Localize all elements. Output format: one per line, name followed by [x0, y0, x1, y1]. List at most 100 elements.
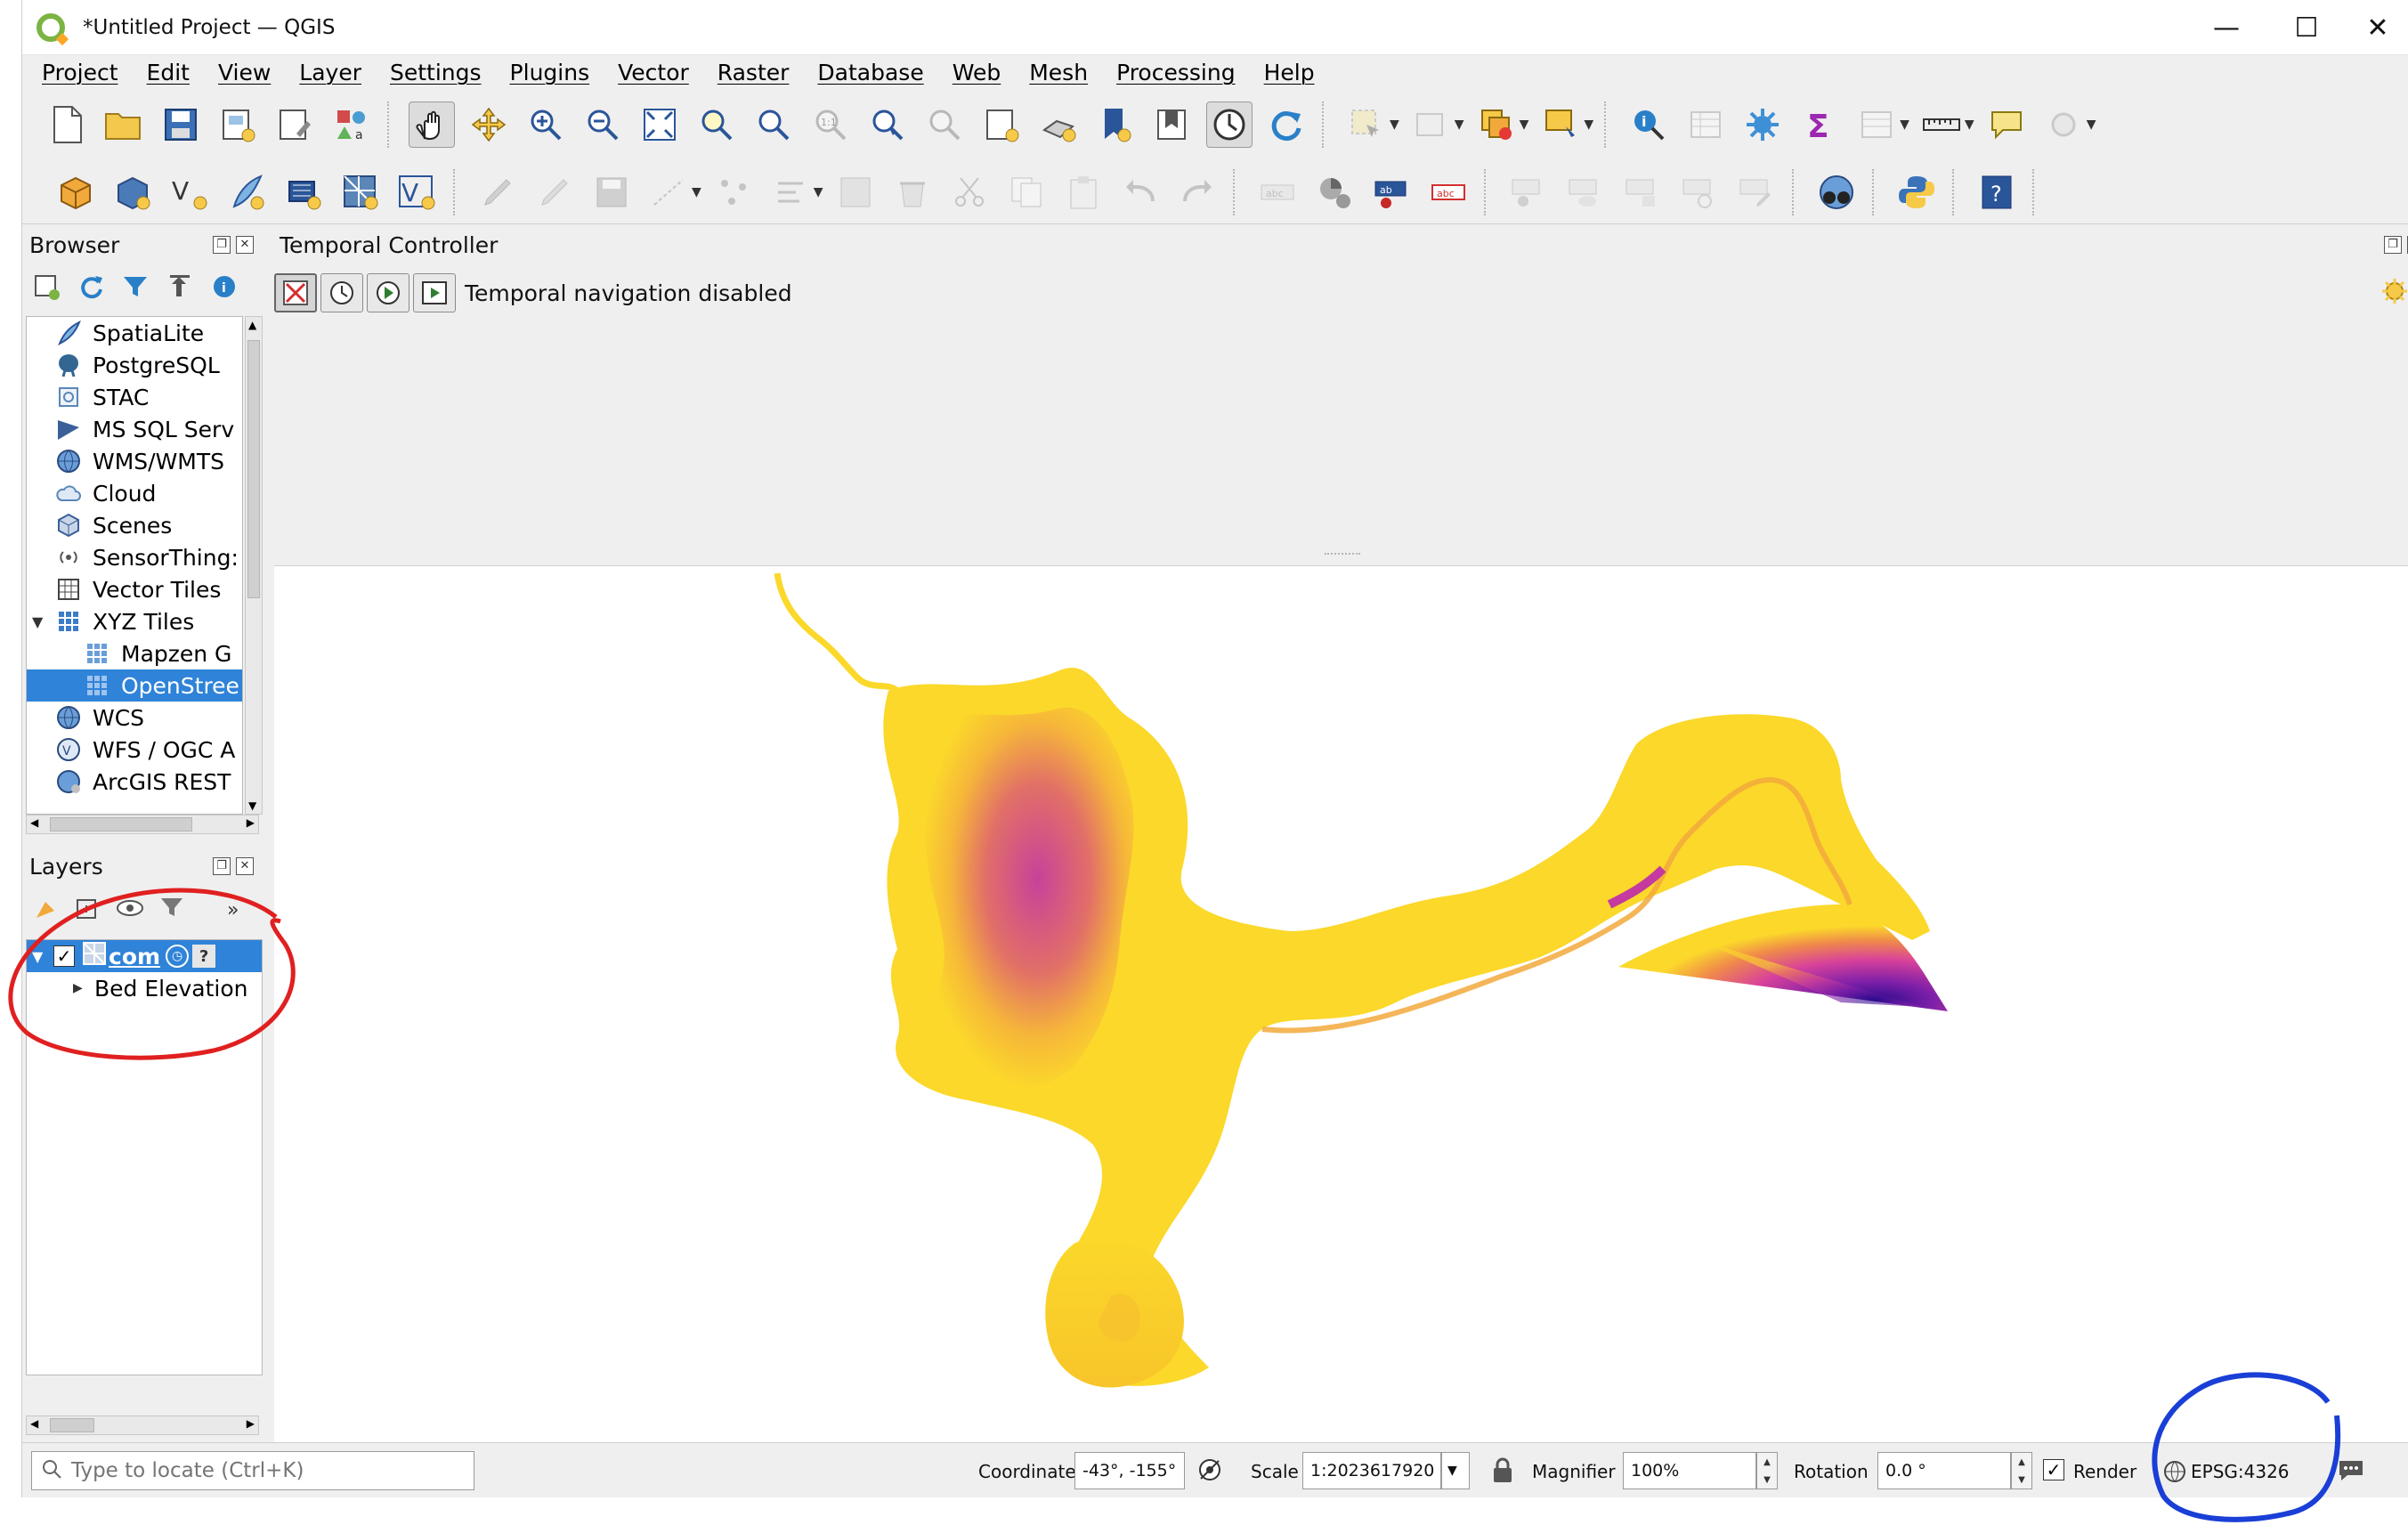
vertex-tool-icon[interactable] [710, 169, 757, 215]
scrollbar-thumb[interactable] [50, 1418, 94, 1432]
temporal-animated-icon[interactable] [367, 273, 409, 312]
spin-up-icon[interactable]: ▲ [2018, 1457, 2025, 1467]
new-mesh-layer-icon[interactable] [337, 169, 384, 215]
pan-map-icon[interactable] [409, 101, 455, 148]
highlight-pinned-labels-icon[interactable]: ab [1368, 169, 1415, 215]
zoom-next-icon[interactable] [921, 101, 968, 148]
crs-globe-icon[interactable] [2162, 1459, 2187, 1488]
layers-tree[interactable]: ▼ ✓ com ◷ ? ▶ Bed Elevation [26, 939, 263, 1375]
plugin-binoculars-icon[interactable] [1813, 169, 1860, 215]
measure-line-icon[interactable] [1918, 101, 1965, 148]
menu-raster[interactable]: Raster [718, 60, 790, 85]
filter-legend-icon[interactable] [159, 895, 186, 925]
expand-arrow-icon[interactable]: ▶ [73, 981, 94, 995]
temporal-controller-icon[interactable] [1206, 101, 1253, 148]
pin-unpin-labels-icon[interactable] [1505, 169, 1552, 215]
browser-item-arcgis[interactable]: ArcGIS REST [27, 766, 242, 798]
annotations-dropdown-icon[interactable]: ▼ [2087, 118, 2096, 132]
filter-browser-icon[interactable] [118, 270, 152, 304]
render-checkbox[interactable]: ✓ [2043, 1459, 2064, 1480]
layout-manager-icon[interactable] [272, 101, 318, 148]
new-virtual-point-cloud-icon[interactable]: V [394, 169, 441, 215]
delete-selected-icon[interactable] [889, 169, 936, 215]
menu-project[interactable]: Project [42, 60, 118, 85]
scrollbar-thumb[interactable] [50, 817, 192, 831]
browser-item-xyz-tiles[interactable]: ▼ XYZ Tiles [27, 605, 242, 637]
redo-icon[interactable] [1174, 169, 1220, 215]
select-location-dropdown-icon[interactable]: ▼ [1584, 118, 1593, 132]
toggle-extents-icon[interactable] [1196, 1456, 1226, 1489]
spin-down-icon[interactable]: ▼ [2018, 1475, 2025, 1485]
crs-label[interactable]: EPSG:4326 [2191, 1461, 2290, 1482]
open-attribute-table-icon[interactable] [1682, 101, 1729, 148]
layer-group-bed-elevation[interactable]: ▶ Bed Elevation [27, 972, 262, 1004]
lock-scale-icon[interactable] [1491, 1457, 1514, 1488]
paste-features-icon[interactable] [1060, 169, 1107, 215]
browser-horizontal-scrollbar[interactable]: ◀ ▶ [26, 815, 259, 834]
attribute-table-dock-icon[interactable] [1853, 101, 1900, 148]
close-panel-icon[interactable]: ✕ [236, 236, 254, 254]
menu-plugins[interactable]: Plugins [510, 60, 590, 85]
temporal-disable-icon[interactable] [274, 273, 317, 312]
deselect-all-icon[interactable] [1473, 101, 1520, 148]
modify-attributes-icon[interactable] [767, 169, 814, 215]
browser-item-sensorthings[interactable]: SensorThing: [27, 541, 242, 573]
rotation-spinner[interactable]: ▲ ▼ [2011, 1452, 2032, 1489]
python-console-icon[interactable] [1893, 169, 1940, 215]
menu-processing[interactable]: Processing [1116, 60, 1236, 85]
new-geopackage-layer-icon[interactable] [109, 169, 156, 215]
digitize-line-icon[interactable] [645, 169, 692, 215]
toggle-editing-icon[interactable] [531, 169, 578, 215]
zoom-to-selection-icon[interactable] [693, 101, 740, 148]
deselect-dropdown-icon[interactable]: ▼ [1520, 118, 1529, 132]
browser-item-openstreetmap[interactable]: OpenStree [27, 669, 242, 702]
browser-item-cloud[interactable]: Cloud [27, 477, 242, 509]
annotations-icon[interactable] [2040, 101, 2087, 148]
float-panel-icon[interactable]: ❐ [2384, 236, 2402, 254]
browser-item-wms[interactable]: WMS/WMTS [27, 445, 242, 477]
maximize-button[interactable]: ☐ [2266, 0, 2347, 55]
layer-row-mesh[interactable]: ▼ ✓ com ◷ ? [27, 940, 262, 972]
measure-dropdown-icon[interactable]: ▼ [1965, 118, 1974, 132]
show-hide-labels-icon[interactable] [1562, 169, 1609, 215]
refresh-icon[interactable] [1263, 101, 1309, 148]
menu-edit[interactable]: Edit [147, 60, 190, 85]
magnifier-spinner[interactable]: ▲ ▼ [1756, 1452, 1778, 1489]
layer-diagram-options-icon[interactable] [1311, 169, 1358, 215]
scroll-right-icon[interactable]: ▶ [247, 1417, 255, 1430]
new-shapefile-layer-icon[interactable]: V [166, 169, 213, 215]
scroll-up-icon[interactable]: ▲ [248, 319, 256, 331]
statistical-summary-icon[interactable]: Σ [1796, 101, 1843, 148]
select-by-value-dropdown-icon[interactable]: ▼ [1455, 118, 1464, 132]
menu-web[interactable]: Web [953, 60, 1001, 85]
processing-toolbox-icon[interactable] [1739, 101, 1786, 148]
temporal-settings-icon[interactable] [2380, 277, 2408, 309]
float-panel-icon[interactable]: ❐ [213, 857, 231, 875]
add-group-icon[interactable] [74, 895, 101, 925]
open-project-icon[interactable] [101, 101, 147, 148]
add-selected-layers-icon[interactable] [29, 270, 63, 304]
copy-features-icon[interactable] [1003, 169, 1050, 215]
toggle-display-unplaced-labels-icon[interactable]: abc [1425, 169, 1472, 215]
cut-features-icon[interactable] [946, 169, 993, 215]
scroll-down-icon[interactable]: ▼ [248, 799, 256, 812]
save-project-icon[interactable] [158, 101, 204, 148]
spin-up-icon[interactable]: ▲ [1763, 1457, 1771, 1467]
scrollbar-thumb[interactable] [247, 340, 260, 598]
scroll-right-icon[interactable]: ▶ [247, 816, 255, 829]
change-label-icon[interactable] [1733, 169, 1780, 215]
scroll-left-icon[interactable]: ◀ [30, 816, 38, 829]
rotate-label-icon[interactable] [1676, 169, 1723, 215]
properties-icon[interactable]: i [207, 270, 241, 304]
new-map-view-icon[interactable] [978, 101, 1025, 148]
expand-arrow-icon[interactable]: ▼ [32, 613, 55, 630]
temporal-movie-icon[interactable] [413, 273, 456, 312]
modify-dropdown-icon[interactable]: ▼ [814, 185, 823, 199]
zoom-to-layer-icon[interactable] [750, 101, 797, 148]
layer-name[interactable]: com [109, 944, 160, 969]
browser-item-vector-tiles[interactable]: Vector Tiles [27, 573, 242, 605]
browser-item-stac[interactable]: STAC [27, 381, 242, 413]
layer-labeling-options-icon[interactable]: abc [1254, 169, 1301, 215]
new-3d-map-view-icon[interactable] [1035, 101, 1082, 148]
menu-layer[interactable]: Layer [299, 60, 361, 85]
